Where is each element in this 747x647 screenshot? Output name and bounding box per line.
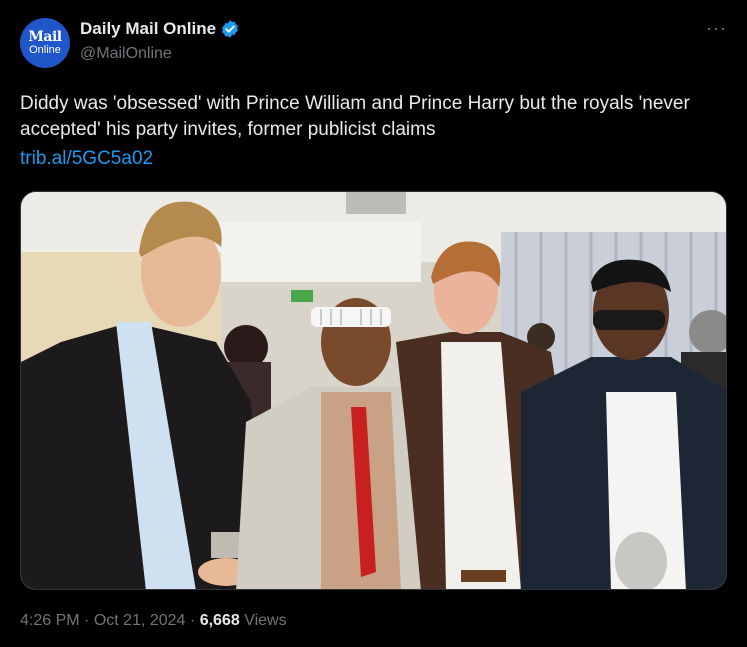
tweet-link[interactable]: trib.al/5GC5a02 <box>20 148 153 170</box>
tweet-photo[interactable] <box>20 191 727 590</box>
avatar-logo-line2: Online <box>29 44 61 56</box>
account-avatar[interactable]: Mail Online <box>20 18 70 68</box>
meta-separator: · <box>84 612 90 629</box>
photo-illustration <box>21 192 726 589</box>
meta-separator: · <box>189 612 196 629</box>
tweet-meta: 4:26 PM · Oct 21, 2024 · 6,668 Views <box>20 612 287 630</box>
tweet-text: Diddy was 'obsessed' with Prince William… <box>20 93 690 140</box>
more-options-icon[interactable]: ··· <box>706 18 727 39</box>
avatar-logo-line1: Mail <box>28 29 62 45</box>
author-name-row: Daily Mail Online <box>80 19 240 39</box>
account-handle[interactable]: @MailOnline <box>80 45 172 63</box>
verified-badge-icon <box>222 20 238 38</box>
tweet-time[interactable]: 4:26 PM <box>20 612 80 629</box>
display-name[interactable]: Daily Mail Online <box>80 19 216 39</box>
views-count: 6,668 <box>199 612 240 629</box>
tweet-date[interactable]: Oct 21, 2024 <box>94 612 186 629</box>
views-label: Views <box>244 612 287 629</box>
